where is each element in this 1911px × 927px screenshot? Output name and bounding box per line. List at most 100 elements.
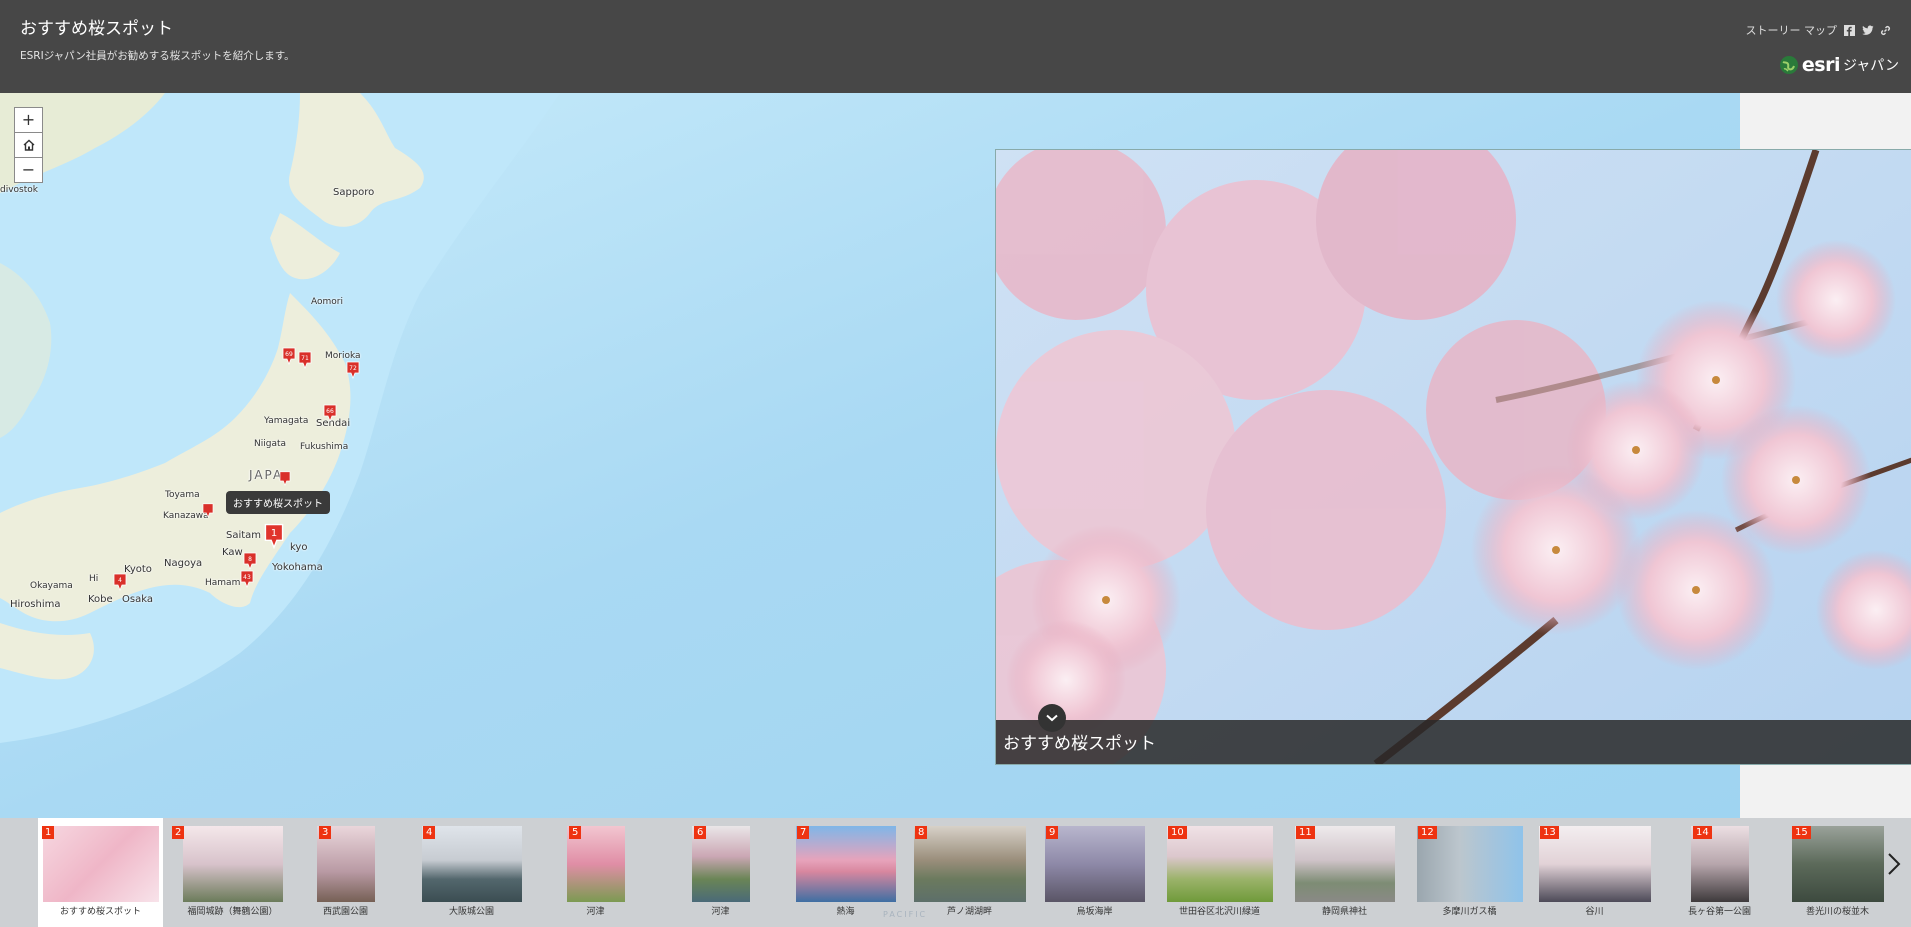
map-pin-label: 72 [349,365,357,372]
map-label-aomori: Aomori [311,297,343,307]
map-pin[interactable]: 71 [298,351,312,373]
thumbnail-label: 西武園公園 [322,907,368,917]
page-subtitle: ESRIジャパン社員がお勧めする桜スポットを紹介します。 [20,50,295,62]
thumbnail-label: 善光川の桜並木 [1805,907,1869,917]
thumbnail-number: 10 [1168,826,1187,839]
map-label-himeji: Hi [89,574,99,584]
map-pin-label: 69 [285,351,293,358]
map-pin-selected[interactable]: 1 [264,523,284,553]
thumbnail-label: 世田谷区北沢川緑道 [1178,907,1260,917]
map-label-morioka: Morioka [325,351,361,361]
twitter-icon[interactable] [1862,25,1874,36]
carousel-item-7[interactable]: 7 熱海 [783,818,908,927]
map-label-saitama: Saitam [226,530,262,541]
zoom-out-button[interactable]: − [14,157,43,183]
thumbnail-label: 芦ノ湖湖畔 [946,907,992,917]
thumbnail-image [795,826,896,902]
facebook-icon[interactable] [1844,24,1855,36]
thumbnail-label: 長ヶ谷第一公園 [1687,907,1751,917]
map-pin[interactable] [202,503,214,522]
home-button[interactable] [14,132,43,158]
thumbnail-number: 3 [319,826,332,839]
thumbnail-label: 静岡県神社 [1321,907,1367,917]
thumbnail-carousel: PACIFIC 1 おすすめ桜スポット 2 福岡城跡（舞鶴公園） 3 西武園公園… [0,818,1911,927]
thumbnail-image [42,826,159,902]
carousel-item-2[interactable]: 2 福岡城跡（舞鶴公園） [170,818,295,927]
carousel-item-12[interactable]: 12 多摩川ガス橋 [1407,818,1532,927]
carousel-item-14[interactable]: 14 長ヶ谷第一公園 [1657,818,1782,927]
map-pin[interactable]: 69 [282,347,296,369]
carousel-item-1[interactable]: 1 おすすめ桜スポット [38,818,163,927]
map-pin-label: 4 [118,577,122,584]
thumbnail-number: 6 [694,826,707,839]
caption-collapse-button[interactable] [1038,704,1066,732]
carousel-item-10[interactable]: 10 世田谷区北沢川緑道 [1157,818,1282,927]
thumbnail-number: 15 [1792,826,1811,839]
thumbnail-image [182,826,283,902]
map-pin-label: 71 [301,355,309,362]
thumbnail-number: 8 [915,826,928,839]
map-label-fukushima: Fukushima [300,442,349,452]
media-panel: おすすめ桜スポット [995,149,1911,765]
map-label-hiroshima: Hiroshima [10,599,61,610]
carousel-item-6[interactable]: 6 河津 [658,818,783,927]
map-pin[interactable] [279,471,291,490]
map-label-okayama: Okayama [30,581,73,591]
map-pin[interactable]: 4 [113,573,127,595]
map-pin-label: 66 [326,408,334,415]
thumbnail-label: 熱海 [836,907,855,917]
link-icon[interactable] [1880,25,1891,36]
thumbnail-number: 7 [797,826,810,839]
map-label-vladivostok: divostok [0,185,38,195]
carousel-item-3[interactable]: 3 西武園公園 [283,818,408,927]
map-label-sapporo: Sapporo [333,187,375,198]
thumbnail-image [913,826,1026,902]
thumbnail-label: 大阪城公園 [448,907,494,917]
map-pin[interactable]: 66 [323,404,337,426]
map-label-niigata: Niigata [254,439,287,449]
map-label-yamagata: Yamagata [264,416,309,426]
logo-japan-text: ジャパン [1843,58,1899,74]
thumbnail-label: 谷川 [1585,907,1604,917]
globe-icon [1779,56,1798,74]
thumbnail-number: 9 [1046,826,1059,839]
cherry-blossom-photo [996,150,1911,764]
esri-japan-logo: esri ジャパン [1779,54,1899,76]
map-pin-label: 8 [248,556,252,563]
thumbnail-number: 5 [569,826,582,839]
chevron-right-icon [1888,853,1901,875]
carousel-item-4[interactable]: 4 大阪城公園 [409,818,534,927]
map-pin[interactable]: 72 [346,361,360,383]
home-icon [23,139,34,151]
thumbnail-label: 烏坂海岸 [1076,907,1113,917]
map-label-kobe: Kobe [88,594,113,605]
thumbnail-label: 多摩川ガス橋 [1442,907,1497,917]
thumbnail-label: 河津 [711,907,730,917]
carousel-item-8[interactable]: 8 芦ノ湖湖畔 [907,818,1032,927]
map-label-kawasaki: Kaw [222,547,243,558]
carousel-item-9[interactable]: 9 烏坂海岸 [1032,818,1157,927]
carousel-item-13[interactable]: 13 谷川 [1532,818,1657,927]
map-label-tokyo: kyo [290,542,308,553]
carousel-next-button[interactable] [1882,844,1906,884]
map-pin-label: 1 [271,528,277,539]
map-label-kyoto: Kyoto [124,564,152,575]
thumbnail-label: 河津 [586,907,605,917]
thumbnail-image [421,826,522,902]
media-caption-bar: おすすめ桜スポット [996,704,1911,764]
zoom-in-label: + [21,110,36,129]
header-actions: ストーリー マップ [1746,22,1892,38]
zoom-in-button[interactable]: + [14,107,43,133]
thumbnail-number: 13 [1540,826,1559,839]
thumbnail-label: 福岡城跡（舞鶴公園） [187,907,278,917]
map-label-osaka: Osaka [122,594,153,605]
storymap-label: ストーリー マップ [1745,24,1838,37]
chevron-down-icon [1046,714,1058,722]
carousel-item-5[interactable]: 5 河津 [533,818,658,927]
thumbnail-number: 14 [1693,826,1712,839]
map-pin[interactable]: 43 [240,570,254,592]
carousel-item-11[interactable]: 11 静岡県神社 [1282,818,1407,927]
thumbnail-number: 12 [1418,826,1437,839]
thumbnail-number: 11 [1296,826,1315,839]
thumbnail-number: 1 [42,826,55,839]
